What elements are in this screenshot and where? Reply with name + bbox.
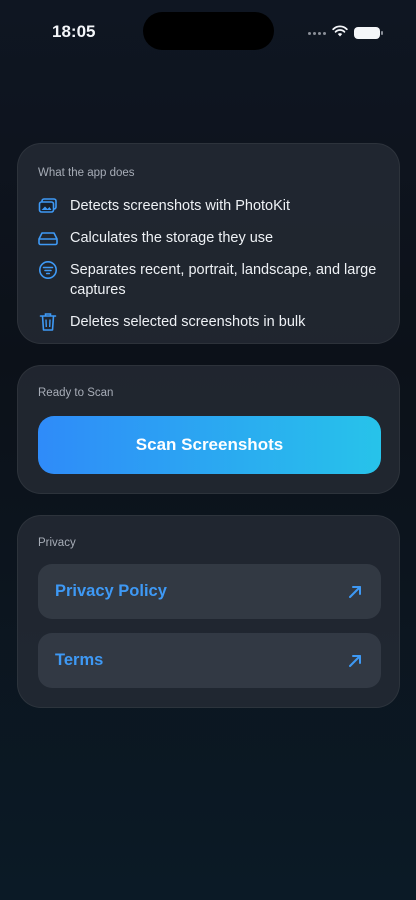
trash-icon xyxy=(38,312,58,332)
feature-text: Detects screenshots with PhotoKit xyxy=(70,198,291,214)
privacy-card: Privacy Privacy Policy Terms xyxy=(17,515,400,708)
feature-text: Calculates the storage they use xyxy=(70,230,274,246)
arrow-up-right-icon xyxy=(347,584,363,600)
status-bar: 18:05 xyxy=(0,0,416,60)
link-label: Terms xyxy=(55,651,104,669)
scan-card: Ready to Scan Scan Screenshots xyxy=(17,365,400,494)
status-time: 18:05 xyxy=(52,22,96,41)
privacy-card-title: Privacy xyxy=(38,537,76,549)
scan-screenshots-button[interactable]: Scan Screenshots xyxy=(38,416,381,474)
feature-list: Detects screenshots with PhotoKit Calcul… xyxy=(38,196,385,344)
battery-icon xyxy=(354,27,383,39)
arrow-up-right-icon xyxy=(347,653,363,669)
feature-text: Deletes selected screenshots in bulk xyxy=(70,314,306,330)
wifi-icon xyxy=(332,24,348,42)
cellular-signal-icon xyxy=(308,31,326,35)
drive-icon xyxy=(38,228,58,248)
filter-icon xyxy=(38,260,58,280)
link-label: Privacy Policy xyxy=(55,582,167,600)
feature-item: Separates recent, portrait, landscape, a… xyxy=(38,260,385,300)
feature-item: Detects screenshots with PhotoKit xyxy=(38,196,385,216)
feature-item: Deletes selected screenshots in bulk xyxy=(38,312,385,332)
features-card: What the app does Detects screenshots wi… xyxy=(17,143,400,344)
feature-item: Calculates the storage they use xyxy=(38,228,385,248)
feature-text: Separates recent, portrait, landscape, a… xyxy=(70,262,377,298)
status-indicators xyxy=(308,24,383,42)
dynamic-island xyxy=(143,12,274,50)
features-card-title: What the app does xyxy=(38,167,135,179)
scan-card-title: Ready to Scan xyxy=(38,387,114,399)
terms-link[interactable]: Terms xyxy=(38,633,381,688)
privacy-policy-link[interactable]: Privacy Policy xyxy=(38,564,381,619)
photo-stack-icon xyxy=(38,196,58,216)
